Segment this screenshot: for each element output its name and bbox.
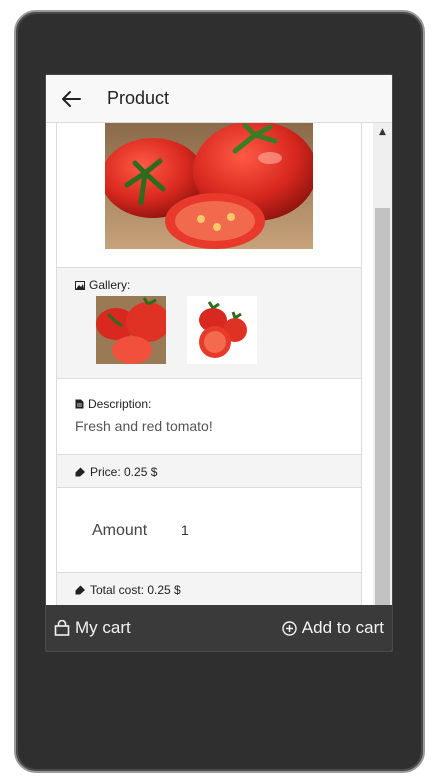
- description-text: Fresh and red tomato!: [75, 418, 213, 434]
- gallery-label: Gallery:: [89, 278, 131, 292]
- total-heading: Total cost: 0.25 $: [75, 583, 181, 597]
- my-cart-button[interactable]: My cart: [46, 618, 139, 638]
- description-label: Description:: [88, 397, 152, 411]
- my-cart-label: My cart: [75, 618, 131, 637]
- back-button[interactable]: [53, 81, 89, 117]
- price-label: Price: 0.25 $: [90, 465, 158, 479]
- description-section: Description: Fresh and red tomato!: [57, 379, 361, 455]
- page-title: Product: [107, 88, 170, 108]
- gallery-thumbnail[interactable]: [96, 296, 166, 364]
- total-label: Total cost: 0.25 $: [90, 583, 181, 597]
- price-heading: Price: 0.25 $: [75, 465, 157, 479]
- shopping-bag-icon: [54, 620, 70, 636]
- tag-icon: [75, 467, 85, 477]
- arrow-left-icon: [62, 90, 81, 107]
- hero-image-section: [57, 123, 361, 268]
- scroll-thumb[interactable]: [375, 208, 390, 605]
- amount-input[interactable]: [175, 518, 241, 542]
- app-header: Product: [46, 75, 392, 123]
- product-content: Gallery: Description: Fresh and red toma…: [56, 123, 362, 605]
- add-to-cart-label: Add to cart: [301, 618, 384, 637]
- add-to-cart-button[interactable]: Add to cart: [274, 618, 392, 638]
- plus-circle-icon: [282, 620, 297, 636]
- price-section: Price: 0.25 $: [57, 455, 361, 488]
- amount-label: Amount: [92, 522, 148, 539]
- scroll-up-arrow-icon[interactable]: ▲: [373, 123, 392, 141]
- app-window: Product Gallery: Description: Fresh and …: [45, 74, 393, 652]
- tag-icon: [75, 585, 85, 595]
- product-scroll-area[interactable]: Gallery: Description: Fresh and red toma…: [46, 123, 392, 605]
- gallery-section: Gallery:: [57, 268, 361, 379]
- image-icon: [75, 280, 85, 290]
- amount-section: Amount: [57, 488, 361, 573]
- document-icon: [75, 399, 84, 409]
- tomato-hero-image: [105, 123, 313, 249]
- description-heading: Description:: [75, 397, 151, 411]
- bottom-bar: My cart Add to cart: [46, 605, 392, 651]
- gallery-heading: Gallery:: [75, 278, 130, 292]
- total-section: Total cost: 0.25 $: [57, 573, 361, 605]
- vertical-scrollbar[interactable]: ▲: [373, 123, 392, 605]
- gallery-thumbnail[interactable]: [187, 296, 257, 364]
